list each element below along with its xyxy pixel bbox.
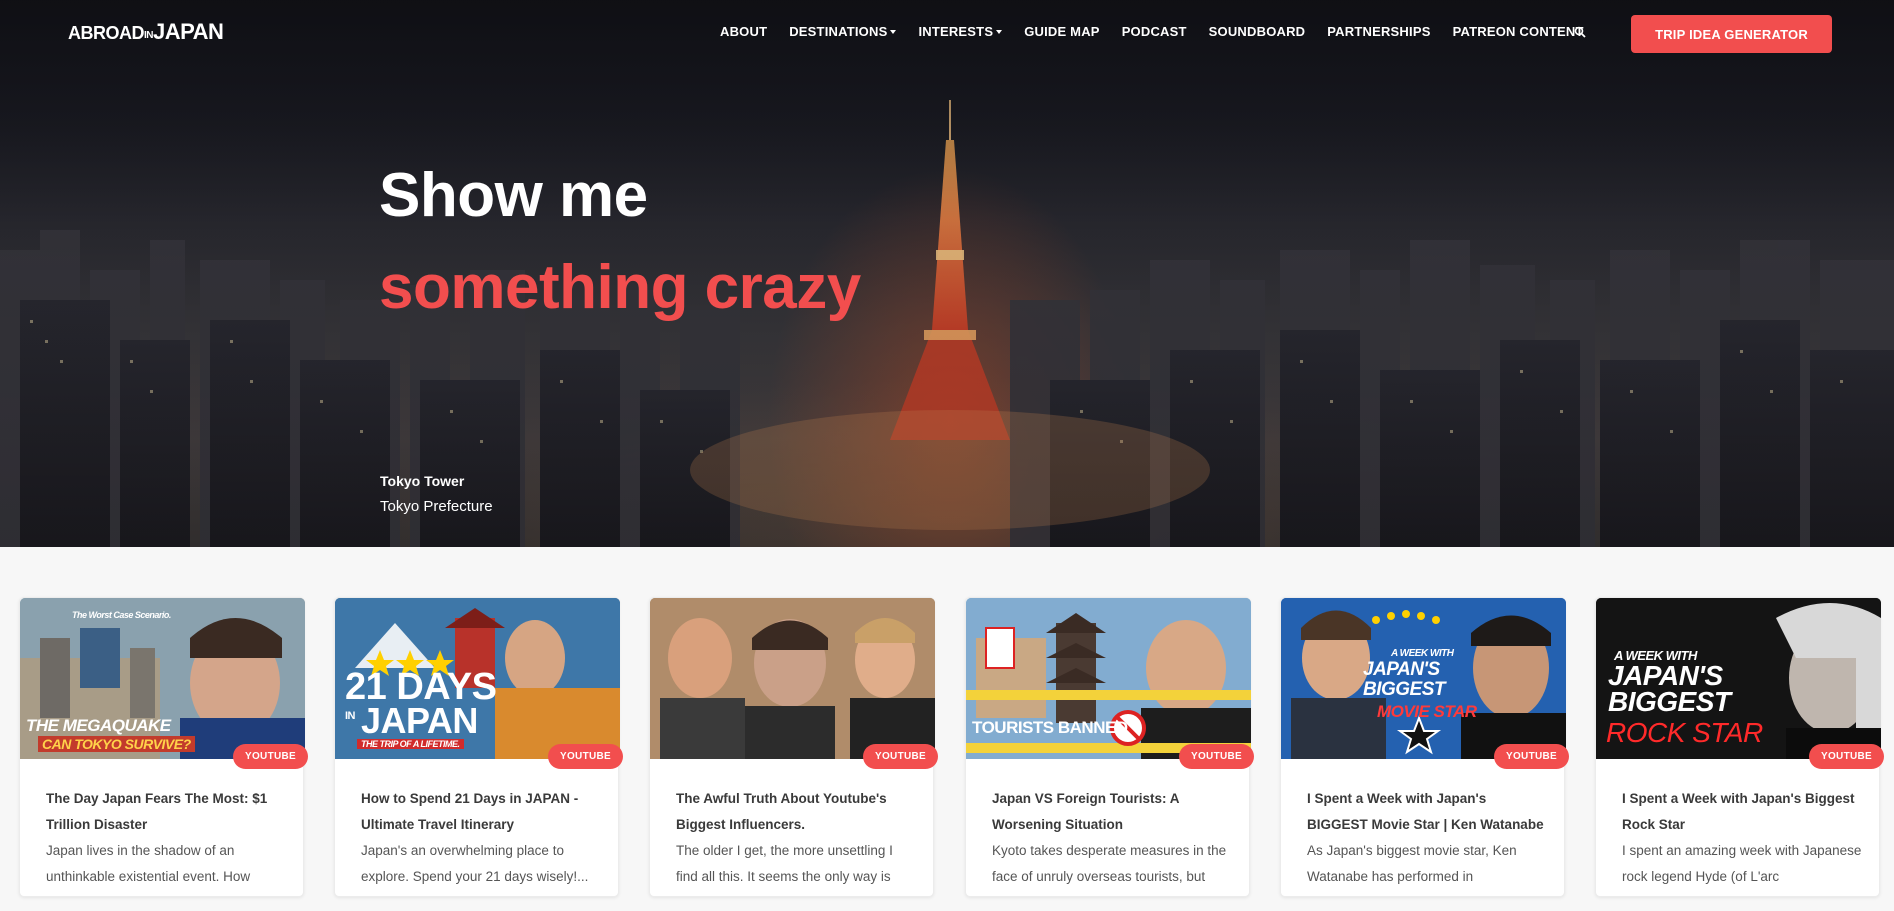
- youtube-badge: YOUTUBE: [233, 744, 308, 769]
- youtube-badge: YOUTUBE: [1494, 744, 1569, 769]
- card-excerpt: As Japan's biggest movie star, Ken Watan…: [1307, 843, 1517, 884]
- nav-link-label: DESTINATIONS: [789, 24, 888, 39]
- card-excerpt: Japan lives in the shadow of an unthinka…: [46, 843, 251, 884]
- thumb-caption-main: JAPAN'S BIGGEST: [1363, 659, 1446, 700]
- location-name: Tokyo Tower: [380, 473, 465, 489]
- video-card[interactable]: The Worst Case Scenario. THE MEGAQUAKE C…: [19, 597, 308, 897]
- top-navigation: ABROADINJAPAN ABOUT DESTINATIONS INTERES…: [0, 0, 1894, 66]
- thumb-caption-main: THE MEGAQUAKE: [26, 716, 171, 735]
- nav-link-guide-map[interactable]: GUIDE MAP: [1024, 24, 1099, 39]
- video-card[interactable]: YOUTUBE The Awful Truth About Youtube's …: [649, 597, 938, 897]
- thumb-caption-sub: ROCK STAR: [1606, 717, 1763, 748]
- card-excerpt: Kyoto takes desperate measures in the fa…: [992, 843, 1227, 884]
- nav-link-label: GUIDE MAP: [1024, 24, 1100, 39]
- video-thumbnail[interactable]: The Worst Case Scenario. THE MEGAQUAKE C…: [20, 598, 305, 759]
- nav-links: ABOUT DESTINATIONS INTERESTS GUIDE MAP P…: [720, 24, 1606, 39]
- thumb-caption-sub: THE TRIP OF A LIFETIME.: [357, 739, 464, 749]
- nav-link-about[interactable]: ABOUT: [720, 24, 767, 39]
- video-card[interactable]: A WEEK WITH JAPAN'S BIGGEST ROCK STAR YO…: [1595, 597, 1884, 897]
- youtube-badge: YOUTUBE: [548, 744, 623, 769]
- thumb-caption-line3: BIGGEST: [1608, 686, 1731, 717]
- card-title[interactable]: How to Spend 21 Days in JAPAN - Ultimate…: [361, 786, 601, 838]
- card-title[interactable]: Japan VS Foreign Tourists: A Worsening S…: [992, 786, 1232, 838]
- card-title[interactable]: The Day Japan Fears The Most: $1 Trillio…: [46, 786, 286, 838]
- nav-link-label: PARTNERSHIPS: [1327, 24, 1431, 39]
- nav-link-soundboard[interactable]: SOUNDBOARD: [1209, 24, 1306, 39]
- nav-link-podcast[interactable]: PODCAST: [1122, 24, 1187, 39]
- thumb-caption-sub: CAN TOKYO SURVIVE?: [38, 736, 195, 752]
- youtube-badge: YOUTUBE: [1179, 744, 1254, 769]
- thumb-caption-sub: MOVIE STAR: [1377, 702, 1477, 721]
- nav-link-interests[interactable]: INTERESTS: [918, 24, 1003, 39]
- thumb-caption-top: A WEEK WITH: [1391, 648, 1454, 659]
- hero-overlay: [0, 0, 1894, 547]
- youtube-badge: YOUTUBE: [863, 744, 938, 769]
- influencers-thumbnail-art: [650, 598, 935, 759]
- card-excerpt: I spent an amazing week with Japanese ro…: [1622, 843, 1862, 884]
- nav-link-patreon-content[interactable]: PATREON CONTENT: [1453, 24, 1584, 39]
- video-thumbnail[interactable]: A WEEK WITH JAPAN'S BIGGEST ROCK STAR: [1596, 598, 1881, 759]
- card-excerpt: Japan's an overwhelming place to explore…: [361, 843, 589, 884]
- thumb-caption-main: TOURISTS BANNED: [972, 718, 1128, 737]
- video-thumbnail[interactable]: 21 DAYS IN JAPAN THE TRIP OF A LIFETIME.: [335, 598, 620, 759]
- card-excerpt: The older I get, the more unsettling I f…: [676, 843, 893, 884]
- card-title[interactable]: The Awful Truth About Youtube's Biggest …: [676, 786, 916, 838]
- thumb-caption-in: IN: [345, 710, 356, 722]
- card-title[interactable]: I Spent a Week with Japan's BIGGEST Movi…: [1307, 786, 1547, 838]
- nav-link-label: INTERESTS: [918, 24, 994, 39]
- video-card[interactable]: 21 DAYS IN JAPAN THE TRIP OF A LIFETIME.…: [334, 597, 623, 897]
- video-card-row: The Worst Case Scenario. THE MEGAQUAKE C…: [19, 597, 1894, 911]
- nav-link-label: PODCAST: [1121, 24, 1187, 39]
- youtube-badge: YOUTUBE: [1809, 744, 1884, 769]
- logo-part-in: IN: [144, 30, 154, 41]
- card-title[interactable]: I Spent a Week with Japan's Biggest Rock…: [1622, 786, 1862, 838]
- hero-heading-line1: Show me: [379, 161, 648, 230]
- thumb-caption-japan: JAPAN: [361, 700, 478, 741]
- video-card[interactable]: TOURISTS BANNED YOUTUBE Japan VS Foreign…: [965, 597, 1254, 897]
- video-thumbnail[interactable]: TOURISTS BANNED: [966, 598, 1251, 759]
- video-thumbnail[interactable]: [650, 598, 935, 759]
- video-thumbnail[interactable]: A WEEK WITH JAPAN'S BIGGEST MOVIE STAR: [1281, 598, 1566, 759]
- nav-link-destinations[interactable]: DESTINATIONS: [789, 24, 897, 39]
- thumb-caption-top: The Worst Case Scenario.: [72, 610, 171, 620]
- hero-banner: Show me something crazy Tokyo Tower Toky…: [0, 0, 1894, 547]
- chevron-down-icon: [996, 29, 1003, 34]
- nav-link-partnerships[interactable]: PARTNERSHIPS: [1327, 24, 1430, 39]
- nav-link-label: PATREON CONTENT: [1452, 24, 1584, 39]
- nav-link-label: SOUNDBOARD: [1208, 24, 1306, 39]
- chevron-down-icon: [890, 29, 897, 34]
- logo-part-abroad: ABROAD: [68, 23, 145, 43]
- location-prefecture: Tokyo Prefecture: [380, 498, 493, 515]
- hero-heading-line2: something crazy: [379, 253, 861, 322]
- nav-link-label: ABOUT: [720, 24, 768, 39]
- video-card[interactable]: A WEEK WITH JAPAN'S BIGGEST MOVIE STAR Y…: [1280, 597, 1569, 897]
- trip-idea-generator-button[interactable]: TRIP IDEA GENERATOR: [1631, 15, 1832, 53]
- site-logo[interactable]: ABROADINJAPAN: [68, 19, 224, 45]
- logo-part-japan: JAPAN: [153, 19, 224, 44]
- search-icon[interactable]: [1574, 26, 1586, 38]
